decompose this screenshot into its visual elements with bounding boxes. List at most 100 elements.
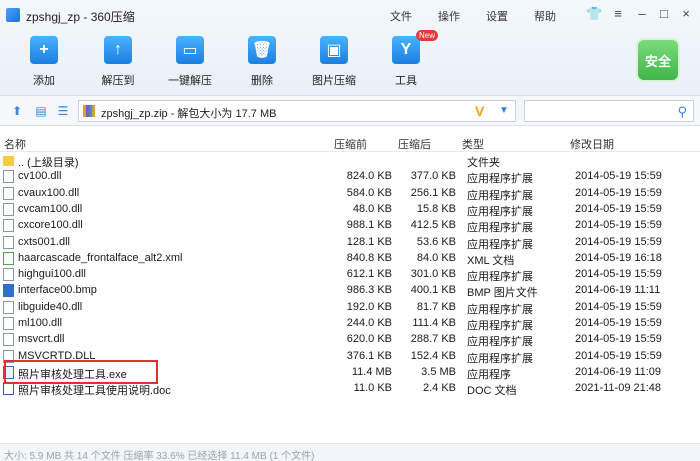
file-row[interactable]: cvcam100.dll 48.0 KB 15.8 KB 应用程序扩展 2014-05-… xyxy=(0,202,700,218)
skin-icon[interactable]: 👕 xyxy=(586,6,602,22)
security-shield-icon[interactable]: 安全 xyxy=(636,38,680,82)
file-packed-size: 612.1 KB xyxy=(346,268,392,281)
file-packed-size: 128.1 KB xyxy=(346,235,392,248)
extract-label: 解压到 xyxy=(101,75,135,87)
image-compress-button[interactable]: ▣ 图片压缩 xyxy=(304,34,364,90)
file-modified: 2014-05-19 15:59 xyxy=(575,186,662,199)
address-bar[interactable]: zpshgj_zp.zip - 解包大小为 17.7 MB V ▼ xyxy=(78,100,516,122)
file-compressed-size: 3.5 MB xyxy=(421,365,456,378)
file-name: cvcam100.dll xyxy=(18,202,83,215)
thumbnail-view-icon[interactable]: ▤ xyxy=(34,104,48,118)
window-title: zpshgj_zp - 360压缩 xyxy=(26,10,135,24)
file-modified: 2014-05-19 15:59 xyxy=(575,349,662,362)
menu-icon[interactable]: ≡ xyxy=(610,6,626,22)
file-type: 应用程序扩展 xyxy=(467,189,533,202)
file-row[interactable]: cv100.dll 824.0 KB 377.0 KB 应用程序扩展 2014-05-1… xyxy=(0,169,700,185)
image-compress-label: 图片压缩 xyxy=(312,75,356,87)
column-modified[interactable]: 修改日期 xyxy=(570,136,614,152)
status-text: 大小: 5.9 MB 共 14 个文件 压缩率 33.6% 已经选择 11.4 … xyxy=(4,451,315,461)
file-name: highgui100.dll xyxy=(18,268,86,281)
file-row[interactable]: libguide40.dll 192.0 KB 81.7 KB 应用程序扩展 2014-… xyxy=(0,300,700,316)
search-icon[interactable]: ⚲ xyxy=(677,104,687,120)
search-input[interactable]: ⚲ xyxy=(524,100,694,122)
file-modified: 2014-05-19 15:59 xyxy=(575,268,662,281)
top-toolbar-area: zpshgj_zp - 360压缩 文件 操作 设置 帮助 👕 ≡ – □ × … xyxy=(0,0,700,96)
file-type: 应用程序扩展 xyxy=(467,205,533,218)
file-compressed-size: 84.0 KB xyxy=(416,251,456,264)
file-row[interactable]: .. (上级目录) 文件夹 xyxy=(0,153,700,169)
column-type[interactable]: 类型 xyxy=(462,136,484,152)
dll-file-icon xyxy=(3,235,14,249)
file-row[interactable]: cxcore100.dll 988.1 KB 412.5 KB 应用程序扩展 2014-… xyxy=(0,218,700,234)
column-header-row: 名称 压缩前 压缩后 类型 修改日期 xyxy=(0,132,700,152)
extract-to-button[interactable]: ↑ 解压到 xyxy=(88,34,148,90)
file-type: 应用程序扩展 xyxy=(467,336,533,349)
file-row[interactable]: cxts001.dll 128.1 KB 53.6 KB 应用程序扩展 2014-05-… xyxy=(0,235,700,251)
file-modified: 2014-05-19 15:59 xyxy=(575,300,662,313)
file-type: 应用程序扩展 xyxy=(467,173,533,186)
file-modified: 2014-05-19 15:59 xyxy=(575,235,662,248)
dll-file-icon xyxy=(3,268,14,282)
file-compressed-size: 256.1 KB xyxy=(410,186,456,199)
dll-file-icon xyxy=(3,170,14,184)
file-row[interactable]: msvcrt.dll 620.0 KB 288.7 KB 应用程序扩展 2014-05-… xyxy=(0,332,700,348)
list-view-icon[interactable]: ☰ xyxy=(56,104,70,118)
file-modified: 2014-05-19 15:59 xyxy=(575,170,662,183)
file-row[interactable]: ml100.dll 244.0 KB 111.4 KB 应用程序扩展 2014-05-1… xyxy=(0,316,700,332)
file-row[interactable]: haarcascade_frontalface_alt2.xml 840.8 KB… xyxy=(0,251,700,267)
menu-operate[interactable]: 操作 xyxy=(438,8,460,24)
address-row: ⬆ ▤ ☰ zpshgj_zp.zip - 解包大小为 17.7 MB V ▼ … xyxy=(0,96,700,126)
menu-file[interactable]: 文件 xyxy=(390,8,412,24)
menu-help[interactable]: 帮助 xyxy=(534,8,556,24)
folder-icon xyxy=(3,156,14,166)
file-compressed-size: 412.5 KB xyxy=(410,219,456,232)
file-name: haarcascade_frontalface_alt2.xml xyxy=(18,251,183,264)
tools-button[interactable]: Y New 工具 xyxy=(376,30,439,90)
up-arrow-icon[interactable]: ⬆ xyxy=(10,104,24,118)
column-name[interactable]: 名称 xyxy=(4,136,26,152)
security-label: 安全 xyxy=(644,53,671,69)
file-modified: 2014-05-19 15:59 xyxy=(575,333,662,346)
column-packed[interactable]: 压缩前 xyxy=(334,136,367,152)
file-row[interactable]: highgui100.dll 612.1 KB 301.0 KB 应用程序扩展 2014… xyxy=(0,267,700,283)
highlight-box xyxy=(4,360,158,384)
file-name: 照片审核处理工具使用说明.doc xyxy=(18,385,171,398)
file-modified: 2014-05-19 15:59 xyxy=(575,219,662,232)
maximize-icon[interactable]: □ xyxy=(656,6,672,22)
add-icon: + xyxy=(30,36,58,64)
extract-icon: ↑ xyxy=(104,36,132,64)
delete-label: 删除 xyxy=(251,75,273,87)
file-name: msvcrt.dll xyxy=(18,333,65,346)
file-packed-size: 11.0 KB xyxy=(353,382,392,395)
xml-file-icon xyxy=(3,251,14,265)
dll-file-icon xyxy=(3,219,14,233)
file-type: DOC 文档 xyxy=(467,385,517,398)
file-modified: 2014-06-19 11:09 xyxy=(575,365,662,378)
file-compressed-size: 111.4 KB xyxy=(412,317,456,329)
minimize-icon[interactable]: – xyxy=(634,6,650,22)
file-compressed-size: 15.8 KB xyxy=(416,202,456,215)
file-packed-size: 986.3 KB xyxy=(346,284,392,297)
file-type: 应用程序扩展 xyxy=(467,271,533,284)
file-type: 应用程序 xyxy=(467,368,511,381)
column-compressed[interactable]: 压缩后 xyxy=(398,136,431,152)
close-icon[interactable]: × xyxy=(678,6,694,22)
menu-settings[interactable]: 设置 xyxy=(486,8,508,24)
chevron-down-icon[interactable]: ▼ xyxy=(499,105,509,116)
file-row[interactable]: cvaux100.dll 584.0 KB 256.1 KB 应用程序扩展 2014-0… xyxy=(0,186,700,202)
v-logo-icon[interactable]: V xyxy=(475,103,484,119)
title-bar: zpshgj_zp - 360压缩 文件 操作 设置 帮助 👕 ≡ – □ × xyxy=(0,0,700,30)
file-row[interactable]: interface00.bmp 986.3 KB 400.1 KB BMP 图片文件 2… xyxy=(0,283,700,299)
address-path: zpshgj_zp.zip - 解包大小为 17.7 MB xyxy=(101,108,277,120)
add-button[interactable]: + 添加 xyxy=(14,34,74,90)
file-modified: 2014-05-19 16:18 xyxy=(575,251,662,264)
one-click-extract-button[interactable]: ▭ 一键解压 xyxy=(160,34,220,90)
file-name: .. (上级目录) xyxy=(18,157,79,169)
file-compressed-size: 81.7 KB xyxy=(416,300,456,313)
add-label: 添加 xyxy=(33,75,55,87)
file-name: cv100.dll xyxy=(18,170,62,183)
file-packed-size: 840.8 KB xyxy=(346,251,392,264)
file-type: 应用程序扩展 xyxy=(467,238,533,251)
delete-button[interactable]: 🗑 删除 xyxy=(232,34,292,90)
file-packed-size: 584.0 KB xyxy=(346,186,392,199)
